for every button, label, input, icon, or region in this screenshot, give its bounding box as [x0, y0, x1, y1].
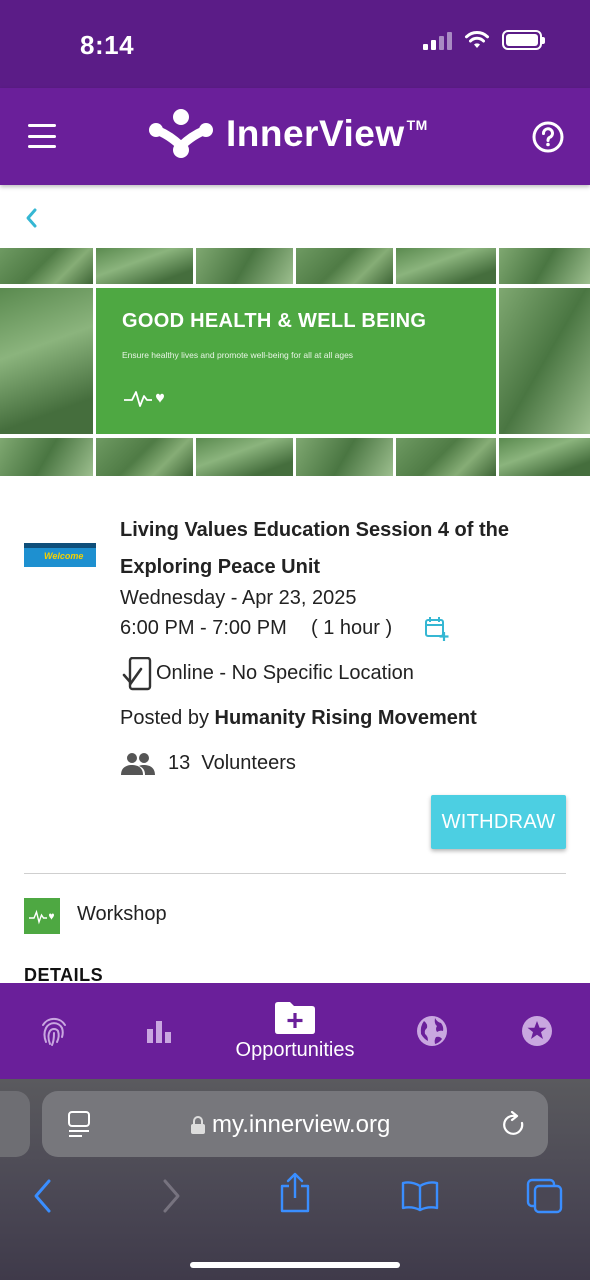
innerview-logo-icon: [149, 109, 213, 158]
volunteer-count: 13 Volunteers: [168, 752, 296, 774]
bar-chart-icon: [147, 1021, 171, 1043]
banner-panel: GOOD HEALTH & WELL BEING Ensure healthy …: [96, 288, 496, 434]
event-time: 6:00 PM - 7:00 PM: [120, 617, 287, 639]
people-icon: [121, 753, 155, 775]
previous-tab[interactable]: [0, 1091, 30, 1157]
home-indicator[interactable]: [190, 1262, 400, 1268]
reload-icon[interactable]: [502, 1111, 528, 1139]
status-time: 8:14: [80, 30, 135, 60]
cellular-signal-icon: [423, 30, 452, 50]
heartbeat-icon: [124, 391, 164, 407]
sdg-banner-image: GOOD HEALTH & WELL BEING Ensure healthy …: [0, 248, 590, 476]
nav-globe[interactable]: [412, 983, 452, 1079]
mobile-check-icon: [122, 657, 152, 691]
reader-mode-icon[interactable]: [68, 1111, 92, 1137]
tabs-icon[interactable]: [526, 1178, 564, 1214]
nav-favorites[interactable]: [517, 983, 557, 1079]
status-icons: [423, 30, 545, 50]
fingerprint-icon: [42, 1018, 66, 1046]
back-chevron-icon[interactable]: [20, 204, 44, 232]
organization-thumbnail: Welcome: [24, 543, 96, 567]
event-title: Living Values Education Session 4 of the…: [120, 519, 509, 578]
bottom-nav: Opportunities: [0, 983, 590, 1079]
nav-opportunities[interactable]: Opportunities: [214, 983, 376, 1079]
posted-by: Posted by Humanity Rising Movement: [120, 707, 477, 729]
globe-icon: [417, 1016, 447, 1046]
category-heartbeat-icon: [24, 898, 60, 934]
wifi-icon: [465, 31, 489, 48]
banner-title: GOOD HEALTH & WELL BEING: [122, 310, 427, 332]
help-icon[interactable]: [532, 121, 564, 153]
organizer-name[interactable]: Humanity Rising Movement: [215, 707, 477, 729]
withdraw-button[interactable]: WITHDRAW: [431, 795, 566, 849]
nav-stats[interactable]: [139, 983, 179, 1079]
menu-icon[interactable]: [28, 124, 56, 148]
folder-add-icon: [275, 1001, 315, 1034]
add-to-calendar-icon[interactable]: [424, 616, 450, 642]
event-location: Online - No Specific Location: [156, 662, 414, 684]
event-duration: ( 1 hour ): [311, 617, 393, 639]
browser-forward-icon[interactable]: [160, 1178, 182, 1214]
lock-icon: [191, 1116, 205, 1134]
banner-subtitle: Ensure healthy lives and promote well-be…: [122, 350, 354, 360]
brand-name: InnerView TM: [226, 113, 428, 154]
app-header: InnerView TM: [0, 88, 590, 185]
brand-logo: InnerView TM: [148, 108, 428, 160]
share-icon[interactable]: [279, 1172, 311, 1214]
battery-icon: [502, 30, 545, 50]
status-bar: 8:14: [0, 0, 590, 88]
category-label: Workshop: [77, 903, 167, 925]
event-date: Wednesday - Apr 23, 2025: [120, 587, 357, 609]
nav-fingerprint[interactable]: [34, 983, 74, 1079]
browser-back-icon[interactable]: [32, 1178, 54, 1214]
nav-opportunities-label: Opportunities: [235, 1038, 355, 1061]
url-text: my.innerview.org: [212, 1111, 391, 1138]
divider: [24, 873, 566, 874]
bookmarks-icon[interactable]: [401, 1180, 439, 1212]
star-icon: [522, 1016, 552, 1046]
